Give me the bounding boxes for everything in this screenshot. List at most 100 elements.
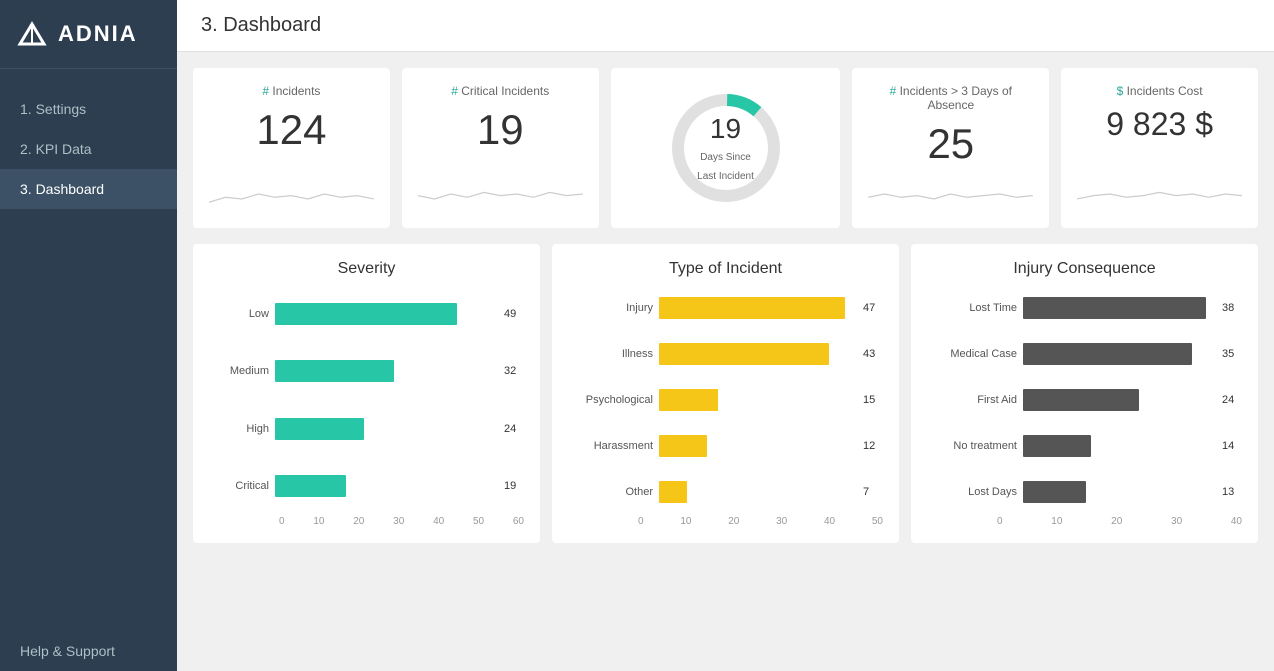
bar-value: 35: [1222, 348, 1242, 360]
logo-text: ADNIA: [58, 21, 138, 47]
axis-tick: 40: [1231, 516, 1242, 527]
sparkline-cost: [1077, 176, 1242, 212]
bar-value: 43: [863, 348, 883, 360]
bar-value: 13: [1222, 486, 1242, 498]
bar-fill: [275, 360, 394, 382]
bar-row: Lost Time 38: [927, 297, 1242, 319]
bar-label: Harassment: [568, 440, 653, 452]
bar-row: Medical Case 35: [927, 343, 1242, 365]
bar-track: [275, 303, 498, 325]
chart-incident-area: Injury47Illness43Psychological15Harassme…: [568, 290, 883, 527]
bar-track: [659, 435, 857, 457]
bar-value: 14: [1222, 440, 1242, 452]
sidebar-item-dashboard[interactable]: 3. Dashboard: [0, 169, 177, 209]
kpi-absence-label: # Incidents > 3 Days of Absence: [868, 84, 1033, 112]
sparkline-critical: [418, 176, 583, 212]
axis-tick: 30: [393, 516, 404, 527]
kpi-incidents-label: # Incidents: [209, 84, 374, 98]
sidebar-logo: ADNIA: [0, 0, 177, 69]
chart-injury-title: Injury Consequence: [927, 260, 1242, 278]
bar-value: 32: [504, 365, 524, 377]
chart-injury-area: Lost Time 38 Medical Case 35 First Aid24 No t…: [927, 290, 1242, 527]
kpi-cost-label: $ Incidents Cost: [1077, 84, 1242, 98]
bar-fill: [659, 343, 829, 365]
chart-severity-area: Low49Medium32High24Critical19 0102030405…: [209, 290, 524, 527]
bar-row: High24: [209, 418, 524, 440]
bar-label: Low: [209, 308, 269, 320]
bar-value: 12: [863, 440, 883, 452]
donut-value: 19: [696, 112, 756, 146]
donut-center: 19 Days Since Last Incident: [696, 112, 756, 184]
bar-label: High: [209, 423, 269, 435]
bar-label: First Aid: [927, 394, 1017, 406]
bar-row: Injury 47: [568, 297, 883, 319]
sidebar-nav: 1. Settings 2. KPI Data 3. Dashboard: [0, 69, 177, 631]
sparkline-absence: [868, 176, 1033, 212]
bar-label: Medical Case: [927, 348, 1017, 360]
bar-label: Critical: [209, 480, 269, 492]
bar-fill: [1023, 435, 1091, 457]
bar-fill: [275, 418, 364, 440]
axis-tick: 60: [513, 516, 524, 527]
chart-incident-title: Type of Incident: [568, 260, 883, 278]
bar-track: [659, 481, 857, 503]
bar-fill: [659, 435, 707, 457]
sparkline-incidents: [209, 176, 374, 212]
bar-value: 47: [863, 302, 883, 314]
dashboard-content: # Incidents 124 # Critical Incidents 19: [177, 52, 1274, 559]
axis-tick: 40: [433, 516, 444, 527]
bar-fill: [659, 297, 845, 319]
bar-row: Critical 19: [209, 475, 524, 497]
bar-label: Injury: [568, 302, 653, 314]
bar-row: Medium32: [209, 360, 524, 382]
axis-tick: 30: [776, 516, 787, 527]
bar-row: First Aid24: [927, 389, 1242, 411]
sidebar-item-support[interactable]: Help & Support: [0, 631, 177, 671]
kpi-row: # Incidents 124 # Critical Incidents 19: [193, 68, 1258, 228]
bar-row: Harassment 12: [568, 435, 883, 457]
kpi-donut: 19 Days Since Last Incident: [611, 68, 841, 228]
bar-track: [1023, 343, 1216, 365]
charts-row: Severity Low49Medium32High24Critical19 0…: [193, 244, 1258, 543]
chart-injury: Injury Consequence Lost Time 38 Medical Ca…: [911, 244, 1258, 543]
chart-severity: Severity Low49Medium32High24Critical19 0…: [193, 244, 540, 543]
bar-value: 38: [1222, 302, 1242, 314]
axis-tick: 10: [1051, 516, 1062, 527]
bar-row: Low49: [209, 303, 524, 325]
bar-row: No treatment 14: [927, 435, 1242, 457]
bar-track: [1023, 389, 1216, 411]
bar-track: [275, 418, 498, 440]
severity-axis: 0102030405060: [209, 516, 524, 527]
kpi-critical-value: 19: [418, 106, 583, 154]
bar-label: Lost Time: [927, 302, 1017, 314]
axis-tick: 50: [473, 516, 484, 527]
bar-track: [275, 475, 498, 497]
bar-row: Lost Days13: [927, 481, 1242, 503]
sidebar: ADNIA 1. Settings 2. KPI Data 3. Dashboa…: [0, 0, 177, 671]
injury-axis: 010203040: [927, 516, 1242, 527]
kpi-incidents-value: 124: [209, 106, 374, 154]
donut-sublabel: Days Since Last Incident: [697, 152, 754, 182]
bar-track: [275, 360, 498, 382]
axis-tick: 20: [1111, 516, 1122, 527]
kpi-absence-value: 25: [868, 120, 1033, 168]
axis-tick: 20: [353, 516, 364, 527]
chart-incident-type: Type of Incident Injury47Illness43Psycho…: [552, 244, 899, 543]
bar-fill: [1023, 343, 1192, 365]
incident-bar-chart: Injury47Illness43Psychological15Harassme…: [568, 290, 883, 510]
axis-tick: 0: [997, 516, 1003, 527]
sidebar-item-kpi[interactable]: 2. KPI Data: [0, 129, 177, 169]
axis-tick: 40: [824, 516, 835, 527]
bar-fill: [1023, 297, 1206, 319]
bar-fill: [659, 389, 718, 411]
severity-bar-chart: Low49 Medium32 High24 Critical 19: [209, 290, 524, 510]
bar-fill: [275, 303, 457, 325]
bar-track: [1023, 481, 1216, 503]
axis-tick: 10: [680, 516, 691, 527]
bar-row: Other7: [568, 481, 883, 503]
donut-chart: 19 Days Since Last Incident: [666, 88, 786, 208]
sidebar-item-settings[interactable]: 1. Settings: [0, 89, 177, 129]
bar-value: 19: [504, 480, 524, 492]
axis-tick: 0: [279, 516, 285, 527]
bar-label: No treatment: [927, 440, 1017, 452]
